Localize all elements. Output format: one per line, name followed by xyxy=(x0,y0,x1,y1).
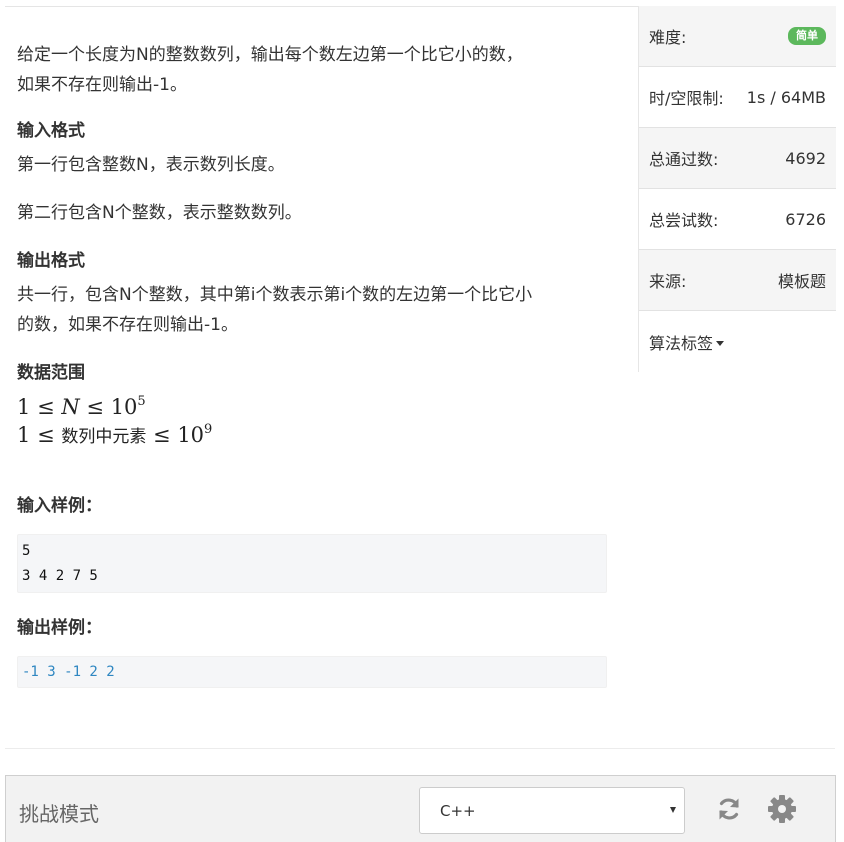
caret-down-icon xyxy=(716,340,725,346)
chevron-down-icon xyxy=(670,807,676,813)
attempts-label: 总尝试数: xyxy=(649,211,719,230)
source-value[interactable]: 模板题 xyxy=(778,268,826,292)
problem-content: 给定一个长度为N的整数数列，输出每个数左边第一个比它小的数， 如果不存在则输出-… xyxy=(17,40,617,452)
range-lower: 1 xyxy=(17,395,31,419)
difficulty-label: 难度: xyxy=(649,28,687,47)
sample-input-heading: 输入样例： xyxy=(17,496,102,516)
content-divider xyxy=(5,748,835,749)
algorithm-tags-dropdown[interactable]: 算法标签 xyxy=(649,330,725,354)
description-line: 给定一个长度为N的整数数列，输出每个数左边第一个比它小的数， xyxy=(17,45,523,65)
output-format-line: 共一行，包含N个整数，其中第i个数表示第i个数的左边第一个比它小 xyxy=(17,285,533,305)
difficulty-badge: 简单 xyxy=(788,27,826,45)
range-var: N xyxy=(61,395,80,419)
limit-label: 时/空限制: xyxy=(649,89,724,108)
language-selected: C++ xyxy=(440,801,476,820)
range-base: 10 xyxy=(177,423,205,447)
passed-value: 4692 xyxy=(785,148,826,168)
output-format-heading: 输出格式 xyxy=(17,251,85,271)
range-exp: 5 xyxy=(137,394,146,409)
challenge-mode-label[interactable]: 挑战模式 xyxy=(19,798,99,827)
range-exp: 9 xyxy=(204,422,213,437)
limit-row: 时/空限制: 1s / 64MB xyxy=(639,67,836,128)
input-format-heading: 输入格式 xyxy=(17,121,85,141)
range-lower: 1 xyxy=(17,423,31,447)
data-range-n: 1 ≤ N ≤ 105 xyxy=(17,394,146,419)
refresh-icon[interactable] xyxy=(714,794,744,824)
source-label: 来源: xyxy=(649,272,687,291)
gear-icon[interactable] xyxy=(767,794,797,824)
editor-toolbar: 挑战模式 C++ xyxy=(5,775,836,842)
sample-input-code[interactable]: 5 3 4 2 7 5 xyxy=(17,534,607,593)
range-base: 10 xyxy=(110,395,138,419)
attempts-value: 6726 xyxy=(785,209,826,229)
data-range-elements: 1 ≤ 数列中元素 ≤ 109 xyxy=(17,422,213,447)
limit-value: 1s / 64MB xyxy=(746,87,826,107)
data-range-heading: 数据范围 xyxy=(17,363,85,383)
output-format-line: 的数，如果不存在则输出-1。 xyxy=(17,315,238,335)
passed-row: 总通过数: 4692 xyxy=(639,128,836,189)
difficulty-row: 难度: 简单 xyxy=(639,6,836,67)
passed-label: 总通过数: xyxy=(649,150,719,169)
sample-output-code[interactable]: -1 3 -1 2 2 xyxy=(17,656,607,688)
algorithm-tags-label[interactable]: 算法标签 xyxy=(649,334,713,353)
range-elements-text: 数列中元素 xyxy=(61,427,147,447)
problem-info-sidebar: 难度: 简单 时/空限制: 1s / 64MB 总通过数: 4692 总尝试数:… xyxy=(638,6,836,372)
input-format-line: 第一行包含整数N，表示数列长度。 xyxy=(17,155,285,175)
source-row: 来源: 模板题 xyxy=(639,250,836,311)
problem-description: 给定一个长度为N的整数数列，输出每个数左边第一个比它小的数， 如果不存在则输出-… xyxy=(17,40,617,100)
algorithm-tags-toggle[interactable]: 算法标签 xyxy=(639,311,836,372)
output-format-text: 共一行，包含N个整数，其中第i个数表示第i个数的左边第一个比它小 的数，如果不存… xyxy=(17,280,617,340)
attempts-row: 总尝试数: 6726 xyxy=(639,189,836,250)
input-format-line: 第二行包含N个整数，表示整数数列。 xyxy=(17,203,302,223)
sample-output-heading: 输出样例： xyxy=(17,618,102,638)
description-line: 如果不存在则输出-1。 xyxy=(17,75,187,95)
language-select[interactable]: C++ xyxy=(419,787,685,834)
